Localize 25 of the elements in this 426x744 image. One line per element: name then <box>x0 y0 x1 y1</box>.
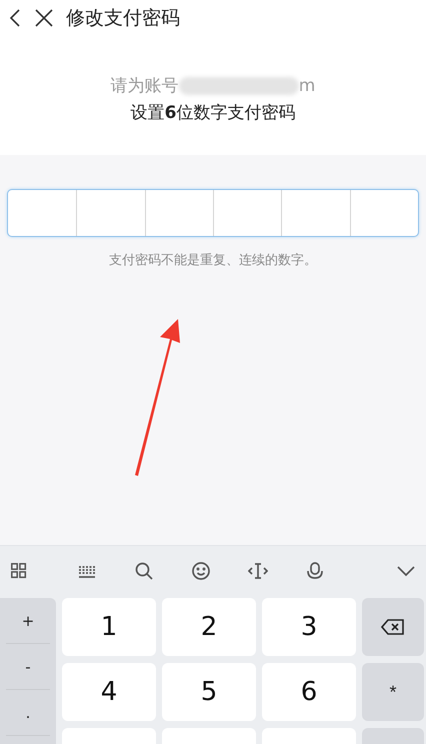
back-icon[interactable] <box>8 8 22 28</box>
symbol-key[interactable]: - <box>6 644 50 690</box>
symbol-key[interactable]: . <box>6 690 50 736</box>
digit-key[interactable]: 4 <box>62 663 156 721</box>
digit-key[interactable]: 1 <box>62 598 156 656</box>
asterisk-key[interactable]: * <box>362 663 424 721</box>
hint-text: 支付密码不能是重复、连续的数字。 <box>108 252 318 269</box>
digit-key[interactable]: 3 <box>262 598 356 656</box>
symbol-key[interactable]: + <box>6 598 50 644</box>
digit-key[interactable]: 2 <box>162 598 256 656</box>
emoji-icon[interactable] <box>190 561 210 581</box>
account-label: 请为账号 <box>110 75 179 97</box>
cursor-icon[interactable] <box>248 561 268 581</box>
page-title: 修改支付密码 <box>66 6 180 31</box>
digit-key[interactable]: 5 <box>162 663 256 721</box>
microphone-icon[interactable] <box>304 561 324 581</box>
backspace-key[interactable] <box>362 598 424 656</box>
digit-key[interactable]: 6 <box>262 663 356 721</box>
close-icon[interactable] <box>34 8 54 28</box>
apps-icon[interactable] <box>10 561 28 581</box>
instruction-text: 设置6位数字支付密码 <box>130 102 296 124</box>
account-suffix: m <box>298 76 316 96</box>
password-field[interactable] <box>7 189 419 237</box>
search-icon[interactable] <box>134 561 154 581</box>
backspace-icon <box>381 619 405 635</box>
